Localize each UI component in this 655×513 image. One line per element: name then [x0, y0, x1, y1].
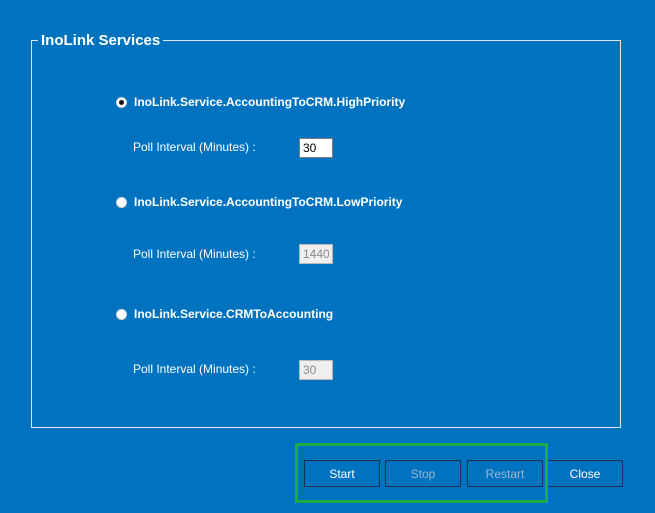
poll-label-low-priority: Poll Interval (Minutes) : [133, 247, 256, 261]
radio-selected-icon [116, 96, 127, 108]
restart-button: Restart [467, 460, 543, 487]
radio-low-priority[interactable]: InoLink.Service.AccountingToCRM.LowPrior… [116, 195, 402, 209]
poll-input-low-priority [299, 244, 333, 264]
radio-unselected-icon [116, 308, 127, 320]
stop-button: Stop [385, 460, 461, 487]
radio-high-priority[interactable]: InoLink.Service.AccountingToCRM.HighPrio… [116, 95, 405, 109]
radio-crm-to-accounting[interactable]: InoLink.Service.CRMToAccounting [116, 307, 333, 321]
poll-label-crm-to-accounting: Poll Interval (Minutes) : [133, 362, 256, 376]
poll-input-crm-to-accounting [299, 360, 333, 380]
radio-label-low-priority: InoLink.Service.AccountingToCRM.LowPrior… [134, 195, 403, 209]
poll-label-high-priority: Poll Interval (Minutes) : [133, 140, 256, 154]
start-button[interactable]: Start [304, 460, 380, 487]
radio-label-crm-to-accounting: InoLink.Service.CRMToAccounting [134, 307, 334, 321]
poll-input-high-priority[interactable] [299, 138, 333, 158]
radio-unselected-icon [116, 196, 127, 208]
radio-label-high-priority: InoLink.Service.AccountingToCRM.HighPrio… [134, 95, 406, 109]
close-button[interactable]: Close [547, 460, 623, 487]
services-group-title: InoLink Services [38, 32, 164, 49]
